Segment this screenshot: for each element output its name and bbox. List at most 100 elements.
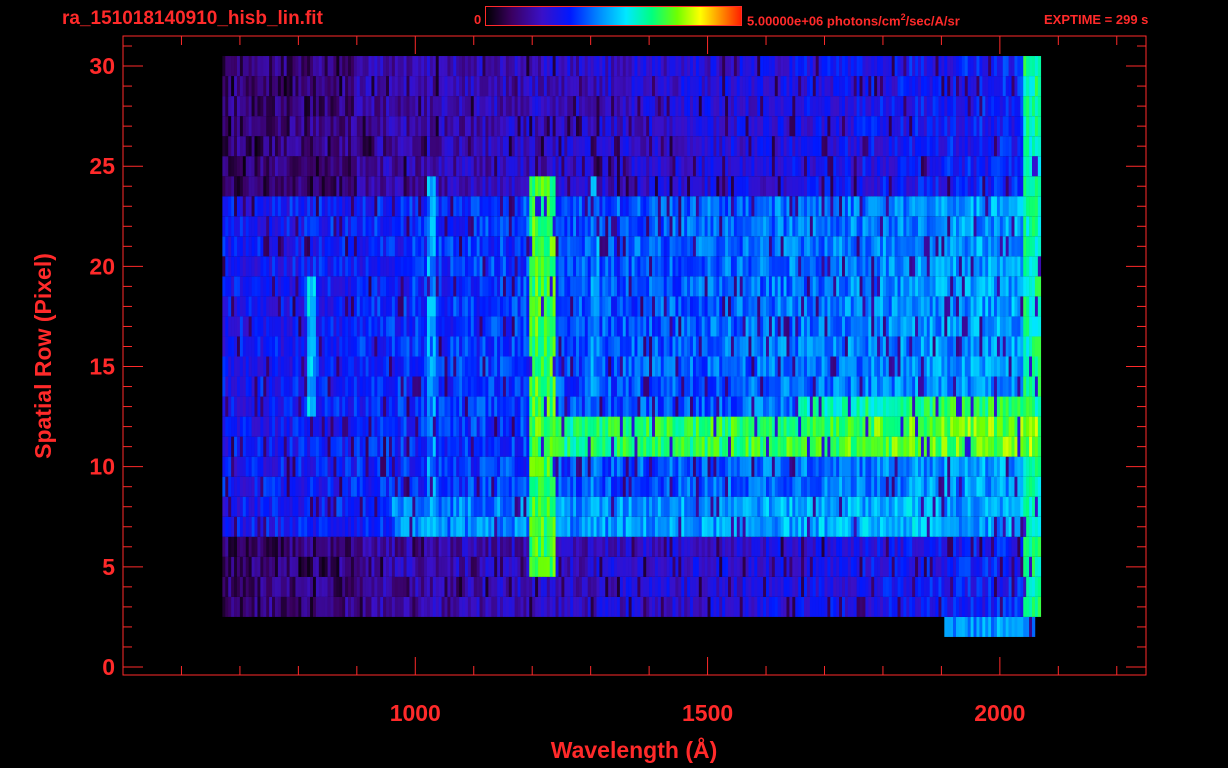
heatmap-cell — [596, 396, 600, 417]
heatmap-cell — [844, 316, 849, 337]
heatmap-cell — [517, 316, 521, 337]
heatmap-cell — [491, 376, 495, 397]
heatmap-cell — [850, 296, 855, 317]
heatmap-cell — [318, 576, 323, 597]
heatmap-cell — [982, 496, 986, 517]
heatmap-cell — [307, 316, 311, 337]
heatmap-cell — [1034, 476, 1039, 497]
heatmap-cell — [380, 396, 384, 417]
heatmap-cell — [991, 476, 995, 497]
heatmap-cell — [804, 436, 808, 457]
heatmap-cell — [1011, 436, 1015, 457]
heatmap-cell — [792, 476, 796, 497]
heatmap-cell — [865, 536, 869, 557]
heatmap-cell — [295, 316, 299, 337]
heatmap-cell — [988, 276, 992, 297]
heatmap-cell — [409, 436, 413, 457]
heatmap-cell — [766, 476, 770, 497]
heatmap-cell — [637, 256, 641, 277]
heatmap-cell — [549, 536, 553, 557]
heatmap-cell — [540, 356, 545, 377]
heatmap-cell — [231, 596, 235, 617]
heatmap-cell — [540, 456, 545, 477]
heatmap-cell — [573, 596, 577, 617]
heatmap-cell — [605, 596, 609, 617]
heatmap-cell — [345, 596, 349, 617]
heatmap-cell — [847, 296, 852, 317]
heatmap-cell — [839, 496, 843, 517]
heatmap-cell — [950, 596, 954, 617]
heatmap-cell — [684, 276, 688, 297]
heatmap-cell — [719, 416, 723, 437]
heatmap-cell — [622, 556, 627, 577]
heatmap-cell — [678, 416, 682, 437]
heatmap-cell — [882, 456, 887, 477]
heatmap-cell — [321, 296, 325, 317]
heatmap-cell — [716, 336, 720, 357]
heatmap-cell — [672, 456, 676, 477]
heatmap-cell — [555, 536, 559, 557]
heatmap-cell — [438, 456, 442, 477]
heatmap-cell — [266, 416, 270, 437]
heatmap-cell — [561, 316, 565, 337]
heatmap-cell — [616, 476, 621, 497]
heatmap-cell — [801, 496, 805, 517]
heatmap-cell — [505, 356, 510, 377]
heatmap-cell — [476, 316, 480, 337]
heatmap-cell — [798, 296, 802, 317]
heatmap-cell — [742, 556, 746, 577]
heatmap-cell — [748, 376, 752, 397]
heatmap-cell — [508, 476, 513, 497]
heatmap-cell — [546, 256, 551, 277]
heatmap-cell — [868, 556, 872, 577]
heatmap-cell — [763, 256, 767, 277]
heatmap-cell — [669, 536, 673, 557]
heatmap-cell — [611, 476, 615, 497]
heatmap-cell — [871, 596, 875, 617]
heatmap-cell — [517, 596, 521, 617]
heatmap-cell — [1020, 496, 1024, 517]
heatmap-cell — [789, 296, 793, 317]
heatmap-cell — [491, 256, 495, 277]
heatmap-cell — [242, 496, 247, 517]
heatmap-cell — [231, 416, 235, 437]
heatmap-cell — [669, 276, 673, 297]
heatmap-cell — [356, 476, 361, 497]
heatmap-cell — [979, 316, 983, 337]
heatmap-cell — [1034, 536, 1039, 557]
heatmap-cell — [552, 316, 556, 337]
heatmap-cell — [336, 356, 340, 377]
heatmap-cell — [815, 536, 819, 557]
heatmap-cell — [757, 516, 761, 537]
heatmap-cell — [339, 276, 343, 297]
heatmap-cell — [932, 496, 936, 517]
heatmap-cell — [760, 256, 764, 277]
heatmap-cell — [546, 316, 551, 337]
heatmap-cell — [488, 576, 492, 597]
heatmap-cell — [777, 256, 781, 277]
heatmap-cell — [730, 556, 735, 577]
heatmap-cell — [251, 496, 255, 517]
heatmap-cell — [690, 476, 694, 497]
heatmap-cell — [783, 376, 787, 397]
heatmap-cell — [1017, 376, 1021, 397]
heatmap-cell — [424, 536, 428, 557]
heatmap-cell — [558, 516, 562, 537]
heatmap-cell — [903, 436, 907, 457]
heatmap-cell — [909, 596, 913, 617]
heatmap-cell — [882, 436, 887, 457]
heatmap-cell — [988, 536, 992, 557]
heatmap-cell — [391, 456, 396, 477]
heatmap-cell — [634, 356, 638, 377]
heatmap-cell — [593, 496, 597, 517]
heatmap-cell — [950, 616, 954, 637]
heatmap-cell — [795, 576, 799, 597]
heatmap-cell — [771, 376, 776, 397]
heatmap-cell — [464, 556, 469, 577]
heatmap-cell — [388, 276, 393, 297]
heatmap-cell — [894, 576, 898, 597]
heatmap-cell — [310, 476, 314, 497]
heatmap-cell — [383, 456, 387, 477]
heatmap-cell — [488, 436, 492, 457]
heatmap-cell — [742, 296, 746, 317]
